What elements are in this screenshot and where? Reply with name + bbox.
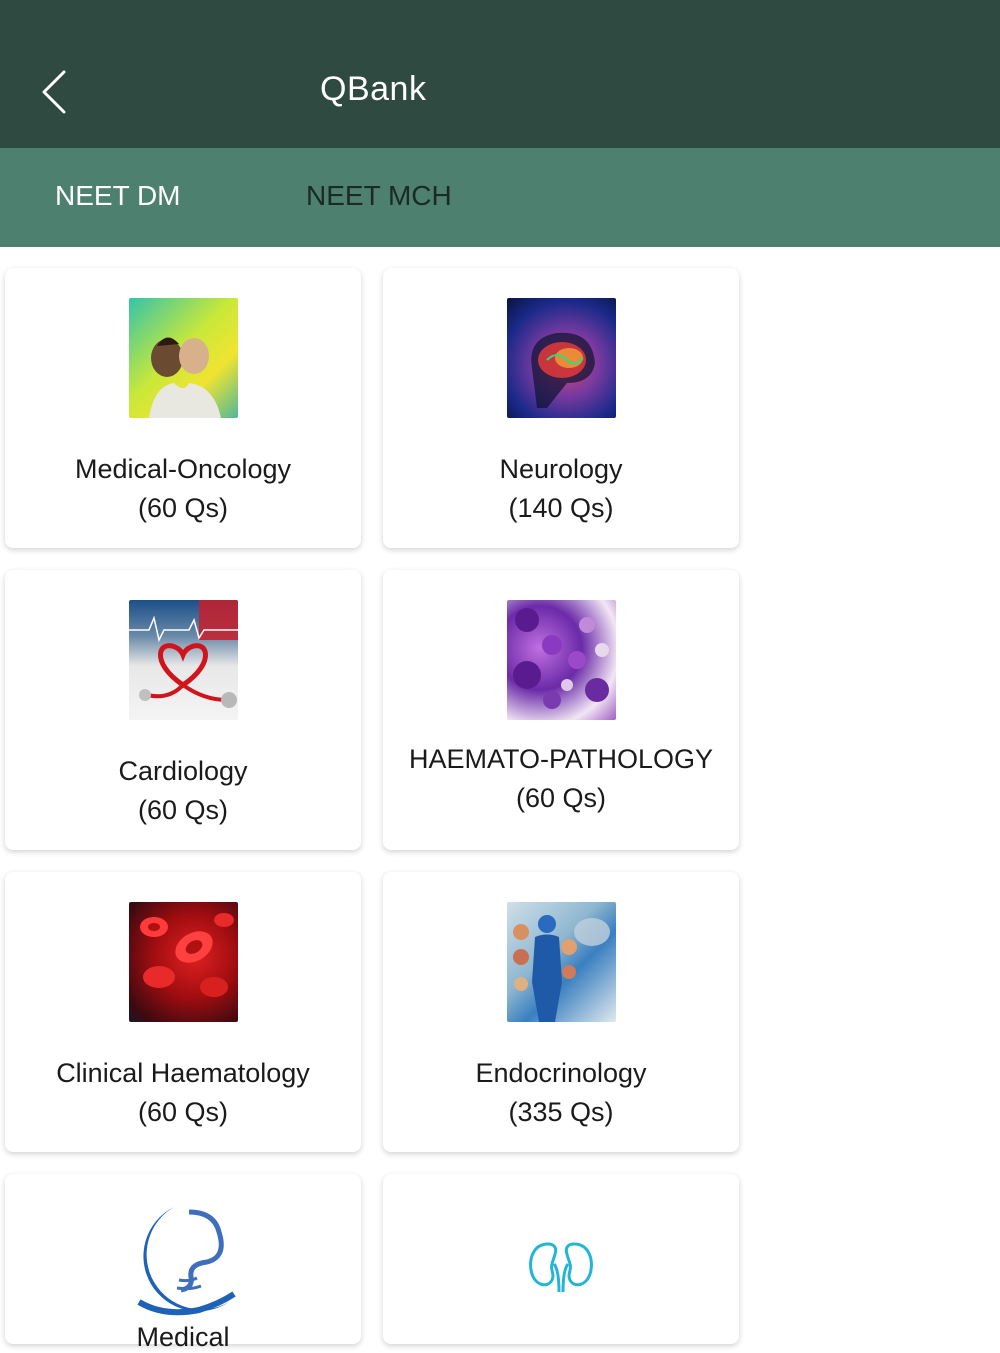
card-title: Endocrinology: [475, 1058, 647, 1088]
card-title: Neurology: [499, 454, 623, 484]
card-count: (60 Qs): [515, 783, 607, 813]
back-button[interactable]: [30, 62, 80, 122]
tab-neet-mch[interactable]: NEET MCH: [306, 180, 452, 212]
subject-card-medical-oncology[interactable]: Medical-Oncology (60 Qs): [5, 268, 361, 548]
card-title: Medical: [136, 1322, 230, 1352]
card-count: (335 Qs): [508, 1097, 614, 1127]
card-title: HAEMATO-PATHOLOGY: [408, 744, 714, 774]
page-title: QBank: [320, 70, 427, 108]
subject-card-cardiology[interactable]: Cardiology (60 Qs): [5, 570, 361, 850]
card-title: Clinical Haematology: [56, 1058, 310, 1088]
subject-card-haemato-pathology[interactable]: HAEMATO-PATHOLOGY (60 Qs): [383, 570, 739, 850]
endocrine-system-photo: [507, 902, 616, 1022]
subject-card-endocrinology[interactable]: Endocrinology (335 Qs): [383, 872, 739, 1152]
card-count: (60 Qs): [137, 1097, 229, 1127]
card-count: (140 Qs): [508, 493, 614, 523]
card-count: (60 Qs): [137, 493, 229, 523]
brain-photo: [507, 298, 616, 418]
subject-card-medical[interactable]: Medical: [5, 1174, 361, 1352]
card-title: Medical-Oncology: [74, 454, 292, 484]
card-title: Cardiology: [118, 756, 248, 786]
app-header: QBank: [0, 0, 1000, 148]
card-count: (60 Qs): [137, 795, 229, 825]
tab-bar-extension: [742, 148, 1000, 247]
red-blood-cells-photo: [129, 902, 238, 1022]
kidneys-icon: [526, 1240, 596, 1294]
blood-cells-microscopy-photo: [507, 600, 616, 720]
stomach-hand-icon: [119, 1202, 249, 1322]
oncology-photo: [129, 298, 238, 418]
tab-neet-dm[interactable]: NEET DM: [55, 180, 181, 212]
subject-card-neurology[interactable]: Neurology (140 Qs): [383, 268, 739, 548]
stethoscope-heart-photo: [129, 600, 238, 720]
chevron-left-icon: [42, 70, 66, 114]
subject-card-clinical-haematology[interactable]: Clinical Haematology (60 Qs): [5, 872, 361, 1152]
subject-card-nephrology[interactable]: [383, 1174, 739, 1344]
